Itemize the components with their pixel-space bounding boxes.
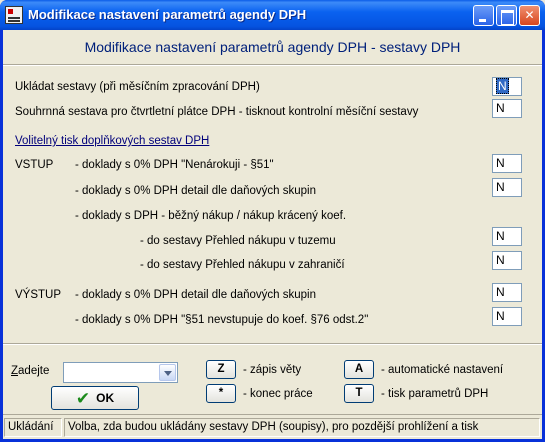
separator: [3, 343, 542, 345]
quarterly-summary-field[interactable]: N: [492, 99, 522, 118]
quarterly-summary-label: Souhrnná sestava pro čtvrtletní plátce D…: [15, 106, 419, 118]
vstup-sub1-field[interactable]: N: [492, 227, 522, 246]
key-t-desc: - tisk parametrů DPH: [381, 388, 489, 400]
status-message: Volba, zda budou ukládány sestavy DPH (s…: [64, 418, 540, 437]
status-mode: Ukládání: [4, 418, 62, 437]
vystup-label: VÝSTUP: [15, 289, 62, 301]
title-bar[interactable]: Modifikace nastavení parametrů agendy DP…: [0, 0, 545, 30]
maximize-button[interactable]: [496, 5, 517, 26]
key-t-button[interactable]: T: [344, 384, 374, 403]
vystup-row1-label: - doklady s 0% DPH detail dle daňových s…: [75, 289, 316, 301]
vstup-row2-field[interactable]: N: [492, 178, 522, 197]
vstup-sub2-label: - do sestavy Přehled nákupu v zahraničí: [140, 259, 345, 271]
status-bar: Ukládání Volba, zda budou ukládány sesta…: [3, 414, 542, 439]
chevron-down-icon[interactable]: [159, 364, 176, 381]
checkmark-icon: ✔: [75, 388, 91, 408]
app-window: Modifikace nastavení parametrů agendy DP…: [0, 0, 545, 442]
key-a-button[interactable]: A: [344, 360, 374, 379]
dialog-body: Modifikace nastavení parametrů agendy DP…: [3, 30, 542, 439]
vstup-row1-field[interactable]: N: [492, 154, 522, 173]
optional-reports-title: Volitelný tisk doplňkových sestav DPH: [15, 135, 210, 147]
vystup-row2-label: - doklady s 0% DPH "§51 nevstupuje do ko…: [75, 314, 369, 326]
close-button[interactable]: ✕: [519, 5, 540, 26]
window-title: Modifikace nastavení parametrů agendy DP…: [28, 7, 307, 22]
command-combo[interactable]: [63, 362, 178, 383]
key-z-button[interactable]: Z: [206, 360, 236, 379]
vstup-row1-label: - doklady s 0% DPH "Nenárokuji - §51": [75, 159, 274, 171]
minimize-button[interactable]: [473, 5, 494, 26]
save-reports-field[interactable]: N: [492, 77, 522, 96]
key-a-desc: - automatické nastavení: [381, 364, 504, 376]
vstup-label: VSTUP: [15, 159, 54, 171]
vstup-sub2-field[interactable]: N: [492, 251, 522, 270]
zadejte-label: Zadejte: [11, 365, 50, 377]
ok-button[interactable]: ✔ OK: [51, 386, 139, 410]
vstup-row2-label: - doklady s 0% DPH detail dle daňových s…: [75, 185, 316, 197]
dialog-heading: Modifikace nastavení parametrů agendy DP…: [84, 39, 461, 55]
key-z-desc: - zápis věty: [243, 364, 302, 376]
key-star-desc: - konec práce: [243, 388, 313, 400]
vystup-row1-field[interactable]: N: [492, 283, 522, 302]
vystup-row2-field[interactable]: N: [492, 307, 522, 326]
save-reports-label: Ukládat sestavy (při měsíčním zpracování…: [15, 81, 260, 93]
separator: [3, 64, 542, 66]
app-icon: [5, 6, 23, 24]
vstup-sub1-label: - do sestavy Přehled nákupu v tuzemu: [140, 235, 336, 247]
key-star-button[interactable]: *: [206, 384, 236, 403]
vstup-row3-label: - doklady s DPH - běžný nákup / nákup kr…: [75, 210, 347, 222]
